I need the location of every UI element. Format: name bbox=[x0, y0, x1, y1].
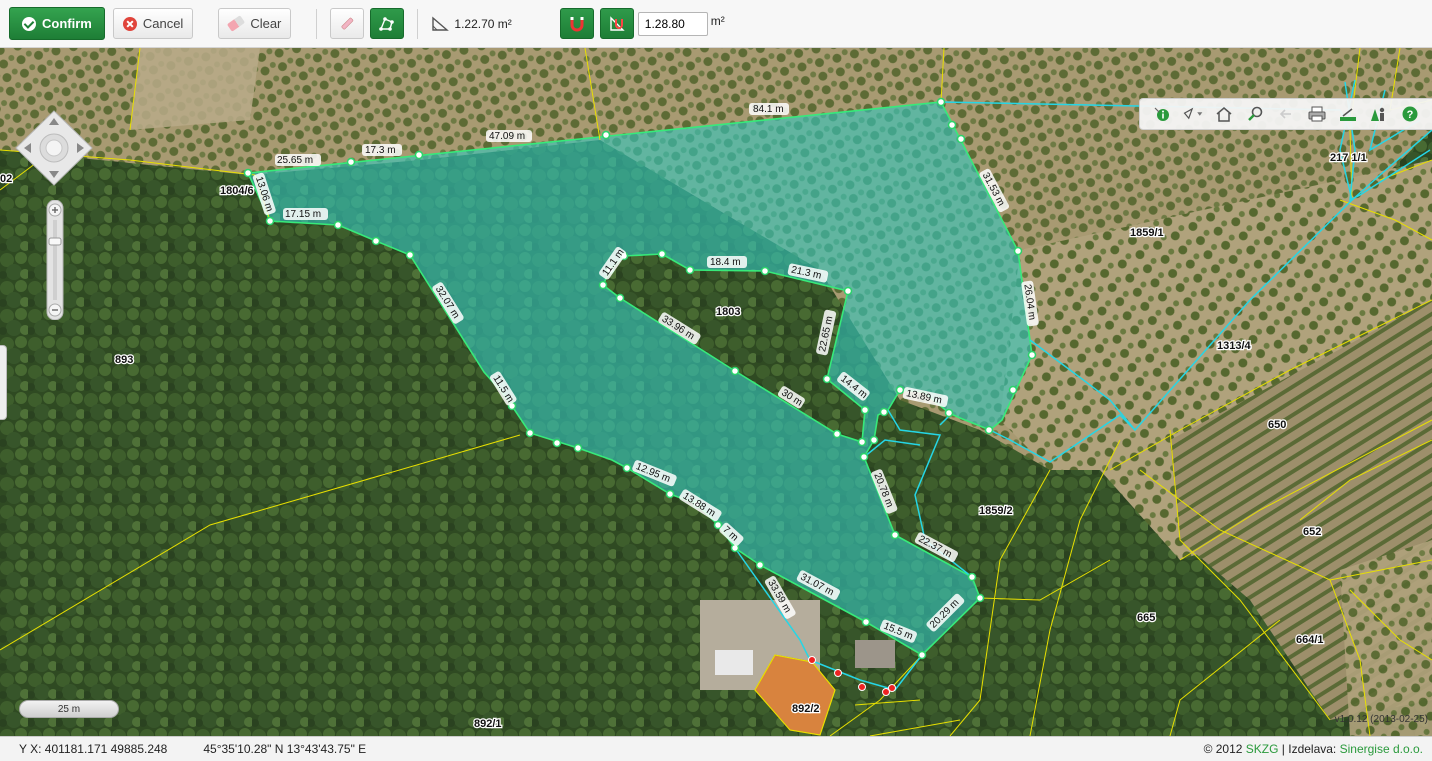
credit-prefix: © 2012 bbox=[1203, 742, 1246, 756]
skzg-link[interactable]: SKZG bbox=[1246, 742, 1279, 756]
measure-label: 84.1 m bbox=[749, 103, 789, 115]
cancel-icon bbox=[122, 16, 137, 31]
clear-label: Clear bbox=[250, 16, 282, 31]
zoom-slider[interactable] bbox=[44, 200, 66, 320]
parcel-label: 217 1/1 bbox=[1330, 152, 1367, 164]
parcel-label: 02 bbox=[0, 173, 12, 185]
parcel-label: 664/1 bbox=[1296, 634, 1324, 646]
scale-label: 25 m bbox=[57, 703, 81, 715]
snap-button[interactable] bbox=[559, 8, 594, 39]
parcel-icon bbox=[1371, 107, 1385, 121]
clear-button[interactable]: Clear bbox=[218, 8, 292, 39]
parcel-label: 1803 bbox=[716, 306, 740, 318]
printer-icon bbox=[1308, 106, 1326, 122]
ruler-icon bbox=[341, 17, 354, 30]
zoom-handle[interactable] bbox=[48, 237, 62, 246]
area-unit: m² bbox=[710, 14, 725, 28]
measure-tool[interactable] bbox=[1337, 103, 1359, 125]
measure-line-button[interactable] bbox=[330, 8, 365, 39]
confirm-label: Confirm bbox=[42, 16, 92, 31]
back-disabled-icon bbox=[1279, 109, 1291, 119]
scale-bar: 25 m bbox=[19, 700, 119, 718]
parcel-label: 1859/2 bbox=[979, 505, 1013, 517]
help-tool[interactable]: ? bbox=[1399, 103, 1421, 125]
measure-label: 25.65 m bbox=[275, 154, 321, 166]
help-icon: ? bbox=[1402, 106, 1418, 122]
info-icon bbox=[1154, 107, 1169, 121]
magnifier-icon bbox=[1247, 106, 1263, 121]
polygon-select-icon bbox=[1183, 107, 1202, 120]
parcel-label: 1804/6 bbox=[220, 185, 254, 197]
cancel-button[interactable]: Cancel bbox=[112, 8, 194, 39]
yx-coordinates: Y X: 401181.171 49885.248 bbox=[19, 742, 168, 756]
version-label: v1.0.12 (2013-02-25) bbox=[1334, 714, 1428, 725]
parcel-label: 1859/1 bbox=[1130, 227, 1164, 239]
map-view[interactable]: 84.1 m 47.09 m 17.3 m 25.65 m 13.06 m 17… bbox=[0, 48, 1432, 736]
parcel-label: 652 bbox=[1303, 526, 1321, 538]
measure-label: 18.4 m bbox=[707, 256, 747, 268]
zoom-tool[interactable] bbox=[1244, 103, 1266, 125]
parcel-info-tool[interactable] bbox=[1368, 103, 1390, 125]
parcel-label: 1313/4 bbox=[1217, 340, 1252, 352]
sinergise-link[interactable]: Sinergise d.o.o. bbox=[1340, 742, 1423, 756]
parcel-label: 650 bbox=[1268, 419, 1286, 431]
svg-text:17.15 m: 17.15 m bbox=[285, 209, 321, 220]
measure-icon bbox=[1340, 108, 1357, 121]
measure-label: 17.15 m bbox=[283, 208, 328, 220]
credits: © 2012 SKZG | Izdelava: Sinergise d.o.o. bbox=[1204, 742, 1423, 756]
target-area-input[interactable] bbox=[637, 11, 708, 36]
svg-text:84.1 m: 84.1 m bbox=[753, 104, 784, 115]
svg-text:18.4 m: 18.4 m bbox=[710, 257, 741, 268]
snap-area-icon bbox=[610, 15, 625, 31]
print-tool[interactable] bbox=[1306, 103, 1328, 125]
magnet-icon bbox=[570, 16, 584, 31]
polygon-edit-icon bbox=[379, 16, 395, 31]
map-canvas[interactable]: 84.1 m 47.09 m 17.3 m 25.65 m 13.06 m 17… bbox=[0, 48, 1432, 736]
svg-text:25.65 m: 25.65 m bbox=[277, 155, 313, 166]
pan-control[interactable] bbox=[14, 109, 94, 187]
parcel-label: 892/2 bbox=[792, 703, 820, 715]
svg-text:17.3 m: 17.3 m bbox=[365, 145, 396, 156]
parcel-label: 892/1 bbox=[474, 718, 502, 730]
back-tool[interactable] bbox=[1275, 103, 1297, 125]
toolbar-separator bbox=[316, 8, 318, 39]
home-icon bbox=[1216, 107, 1232, 122]
parcel-label: 665 bbox=[1137, 612, 1155, 624]
confirm-button[interactable]: Confirm bbox=[9, 7, 105, 40]
chevron-down-icon bbox=[1196, 112, 1202, 116]
latlon-coordinates: 45°35'10.28" N 13°43'43.75" E bbox=[203, 742, 367, 756]
map-tools: ? bbox=[1139, 98, 1432, 130]
measure-label: 47.09 m bbox=[486, 130, 532, 142]
home-tool[interactable] bbox=[1213, 103, 1235, 125]
side-panel-handle[interactable] bbox=[0, 345, 7, 420]
status-bar: Y X: 401181.171 49885.248 45°35'10.28" N… bbox=[0, 736, 1432, 761]
cancel-label: Cancel bbox=[142, 16, 184, 31]
area-readout: 1.22.70 m² bbox=[454, 16, 512, 31]
measure-label: 17.3 m bbox=[362, 144, 402, 156]
eraser-icon bbox=[227, 15, 246, 32]
edit-polygon-button[interactable] bbox=[370, 8, 405, 39]
svg-text:47.09 m: 47.09 m bbox=[489, 131, 525, 142]
area-icon bbox=[432, 15, 450, 31]
info-tool[interactable] bbox=[1151, 103, 1173, 125]
toolbar-separator bbox=[417, 8, 419, 39]
top-toolbar: Confirm Cancel Clear 1.22.70 m² m² bbox=[0, 0, 1432, 48]
credit-middle: | Izdelava: bbox=[1278, 742, 1340, 756]
parcel-label: 893 bbox=[115, 354, 133, 366]
select-tool[interactable] bbox=[1182, 103, 1204, 125]
snap-area-button[interactable] bbox=[599, 8, 634, 39]
svg-text:?: ? bbox=[1407, 109, 1414, 121]
check-icon bbox=[22, 16, 36, 31]
